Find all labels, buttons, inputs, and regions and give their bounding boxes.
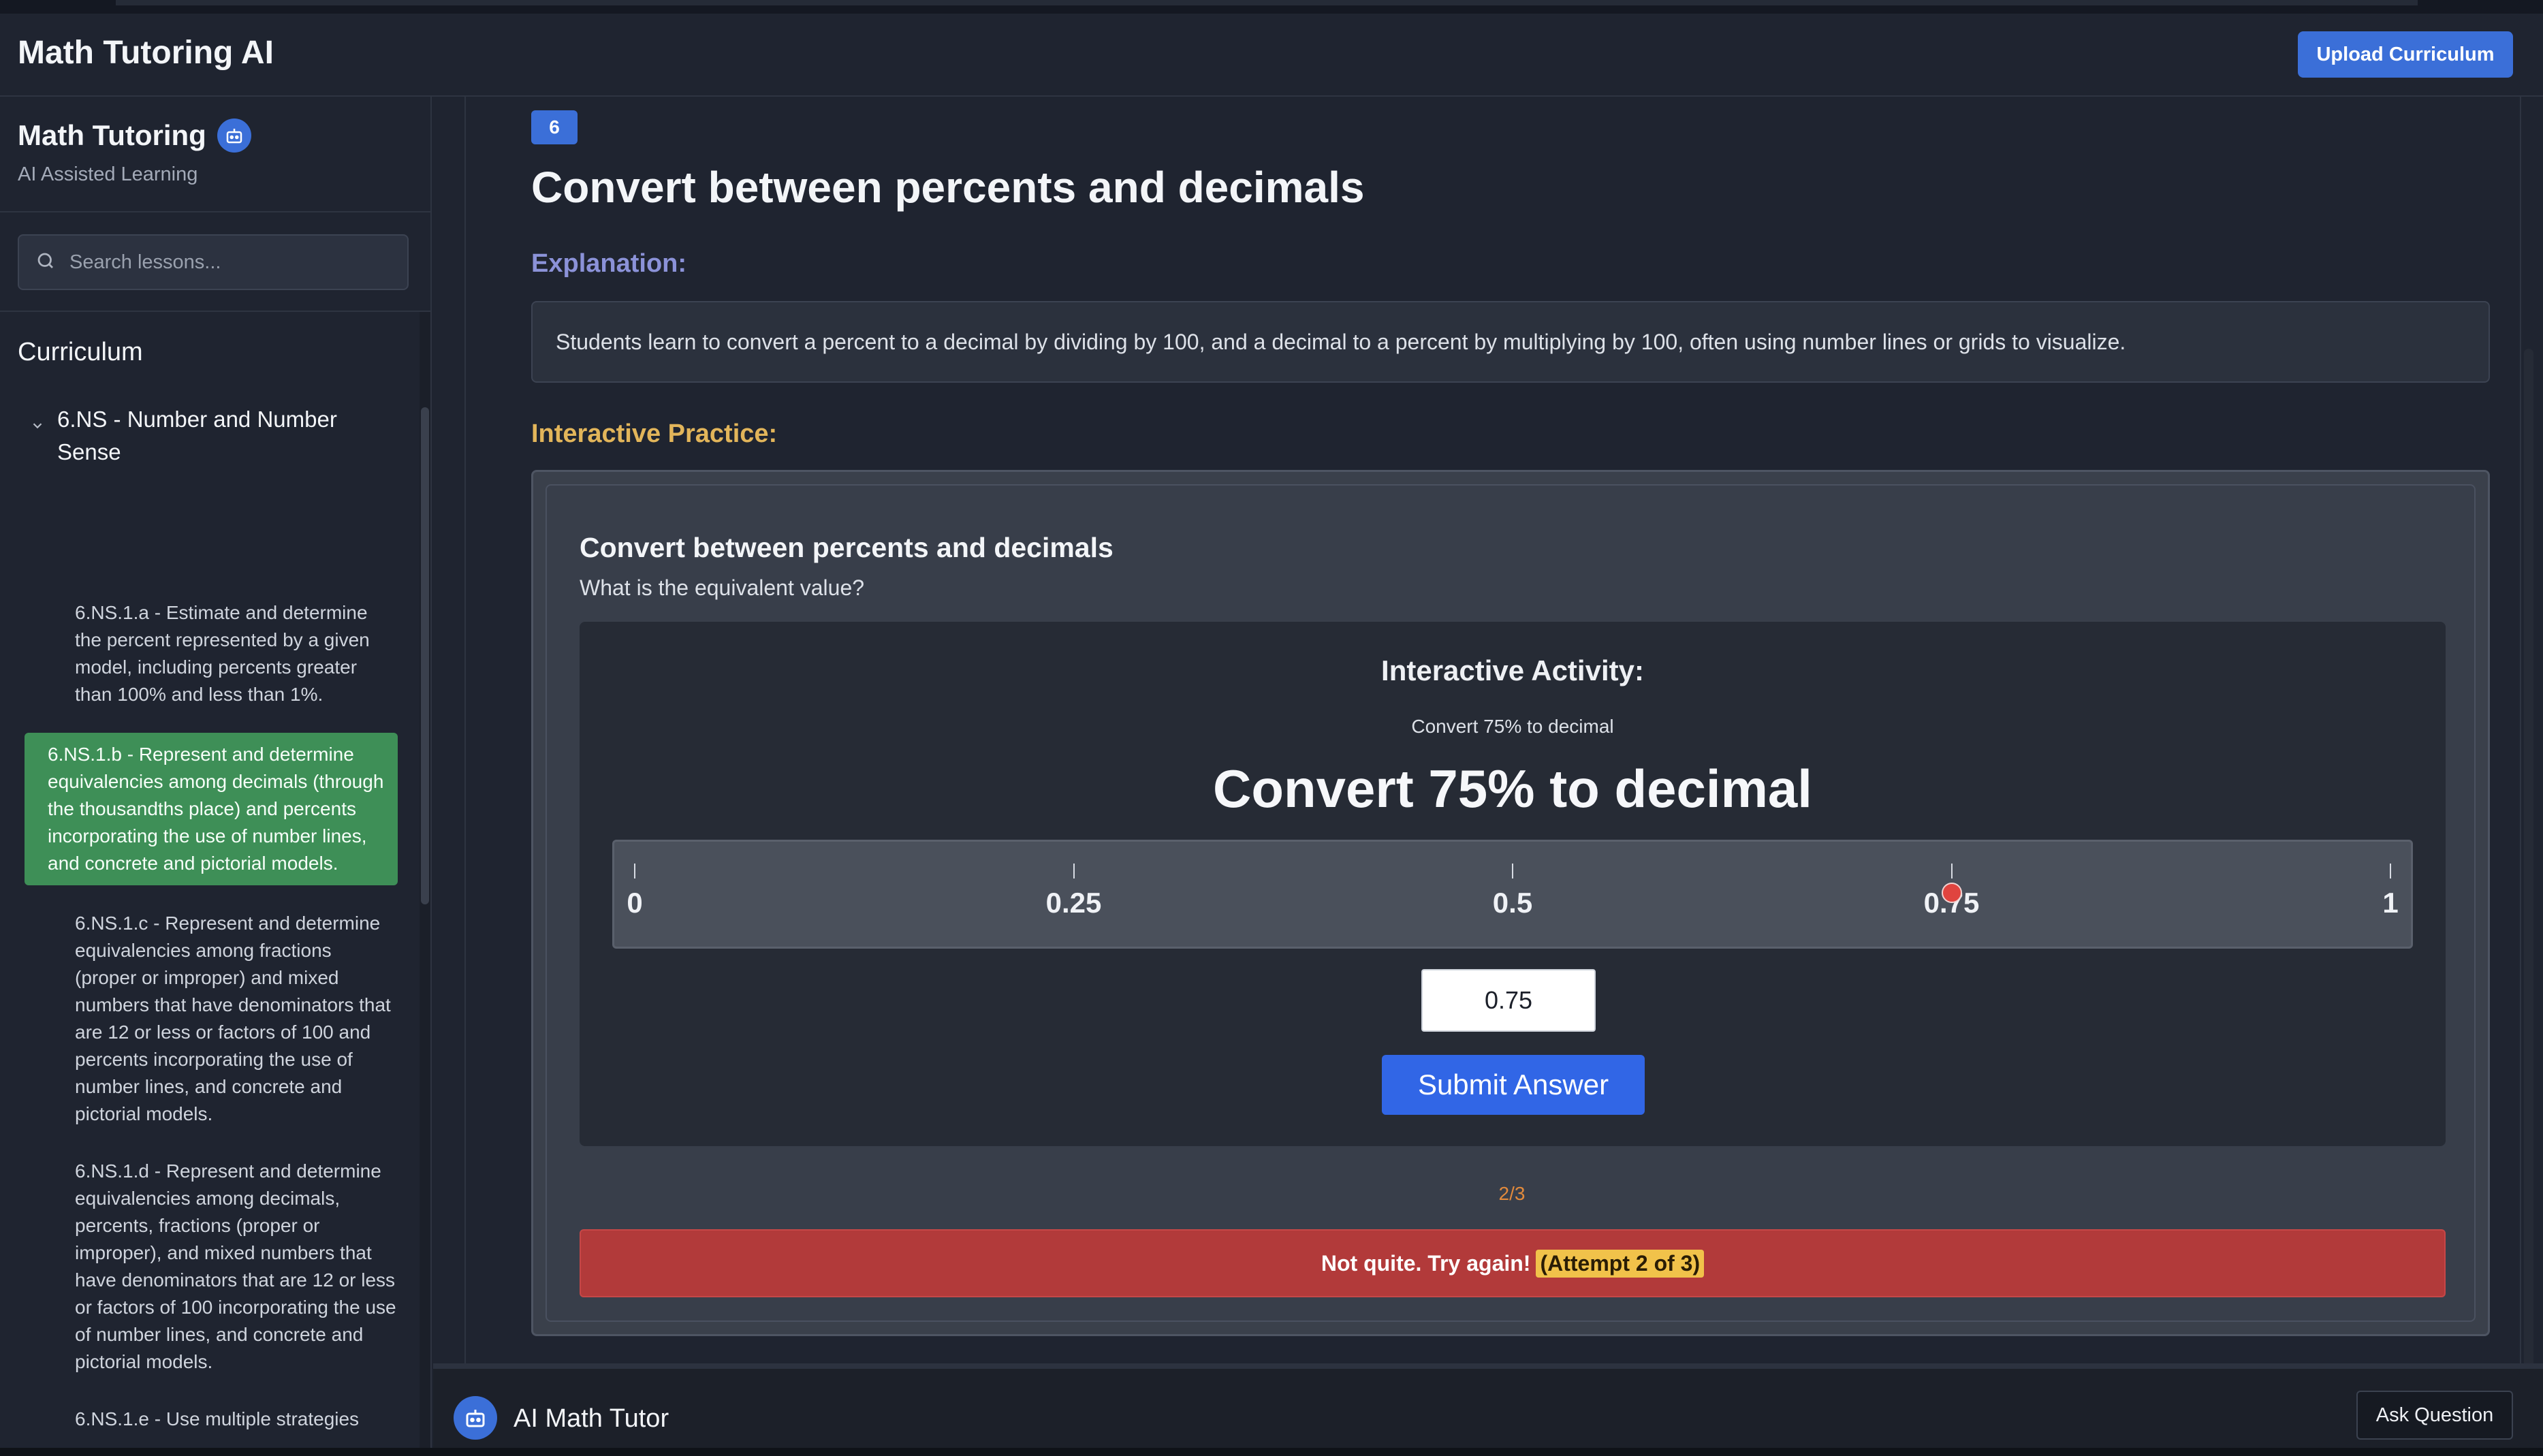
number-line-tick [2390,864,2391,879]
app-title: Math Tutoring AI [18,35,274,71]
lesson-number-badge: 6 [531,110,578,144]
number-line-tick [1950,864,1953,879]
lesson-title: Convert between percents and decimals [531,163,1365,212]
ask-question-button[interactable]: Ask Question [2356,1391,2513,1440]
tutor-bar: AI Math Tutor Ask Question [433,1363,2543,1456]
main-scrollbar[interactable] [2524,349,2533,1370]
explanation-label: Explanation: [531,249,687,278]
lesson-card: 6 Convert between percents and decimals … [464,97,2521,1366]
feedback-text: Not quite. Try again! [1321,1250,1531,1276]
number-line-tick [1512,864,1513,879]
upload-curriculum-button[interactable]: Upload Curriculum [2298,31,2513,78]
app-header: Math Tutoring AI Upload Curriculum [0,14,2543,97]
search-input[interactable] [69,251,396,274]
search-box[interactable] [18,234,409,290]
curriculum-heading: Curriculum [18,338,143,366]
answer-input[interactable] [1421,969,1596,1032]
lesson-item-active[interactable]: 6.NS.1.b - Represent and determine equiv… [25,733,398,885]
lesson-item[interactable]: 6.NS.1.d - Represent and determine equiv… [50,1152,398,1381]
tutor-name: AI Math Tutor [514,1404,669,1433]
lesson-list: 6.NS.1.a - Estimate and determine the pe… [25,594,398,1456]
domain-toggle[interactable]: 6.NS - Number and Number Sense [30,403,398,469]
number-line-tick [1073,864,1075,879]
sidebar: Math Tutoring AI Assisted Learning Curri… [0,97,432,1456]
tab-strip [116,0,2418,5]
domain-label: 6.NS - Number and Number Sense [57,407,337,464]
explanation-box: Students learn to convert a percent to a… [531,301,2490,383]
number-line-tick [634,864,635,879]
brand-subtitle: AI Assisted Learning [18,163,198,185]
number-line-tick-label: 0 [627,887,643,919]
robot-icon [454,1396,497,1440]
explanation-text: Students learn to convert a percent to a… [556,329,2126,354]
lesson-item[interactable]: 6.NS.1.a - Estimate and determine the pe… [50,594,398,714]
activity-subtitle: Convert 75% to decimal [1411,716,1614,737]
scrollbar-thumb[interactable] [421,407,429,904]
number-line[interactable]: 00.250.50.751 [612,840,2413,949]
search-icon [35,251,56,274]
main-content: 6 Convert between percents and decimals … [433,97,2543,1370]
number-line-marker[interactable] [1941,883,1962,903]
attempt-count: (Attempt 2 of 3) [1536,1249,1705,1278]
chevron-down-icon [30,418,45,437]
number-line-tick-label: 0.25 [1045,887,1102,919]
divider [0,311,430,312]
lesson-item[interactable]: 6.NS.1.e - Use multiple strategies [50,1400,398,1438]
practice-panel: Convert between percents and decimals Wh… [531,470,2490,1336]
interactive-activity: Interactive Activity: Convert 75% to dec… [580,622,2446,1146]
activity-heading: Interactive Activity: [1381,654,1644,686]
sidebar-scrollbar[interactable] [420,312,430,1456]
divider [0,211,430,212]
number-line-tick-label: 1 [2382,887,2399,919]
feedback-banner: Not quite. Try again! (Attempt 2 of 3) [580,1229,2446,1297]
robot-icon [217,118,251,153]
practice-title: Convert between percents and decimals [580,532,1113,563]
practice-label: Interactive Practice: [531,420,778,448]
activity-prompt: Convert 75% to decimal [1213,759,1812,819]
brand-title: Math Tutoring [18,119,206,151]
attempt-progress: 2/3 [1498,1183,1526,1204]
window-top-strip [0,0,2543,14]
practice-question: What is the equivalent value? [580,575,865,600]
practice-card: Convert between percents and decimals Wh… [546,484,2476,1322]
window-bottom-strip [0,1448,2543,1456]
sidebar-brand: Math Tutoring [18,118,251,153]
submit-answer-button[interactable]: Submit Answer [1382,1055,1645,1115]
number-line-tick-label: 0.5 [1492,887,1533,919]
lesson-item[interactable]: 6.NS.1.c - Represent and determine equiv… [50,904,398,1133]
